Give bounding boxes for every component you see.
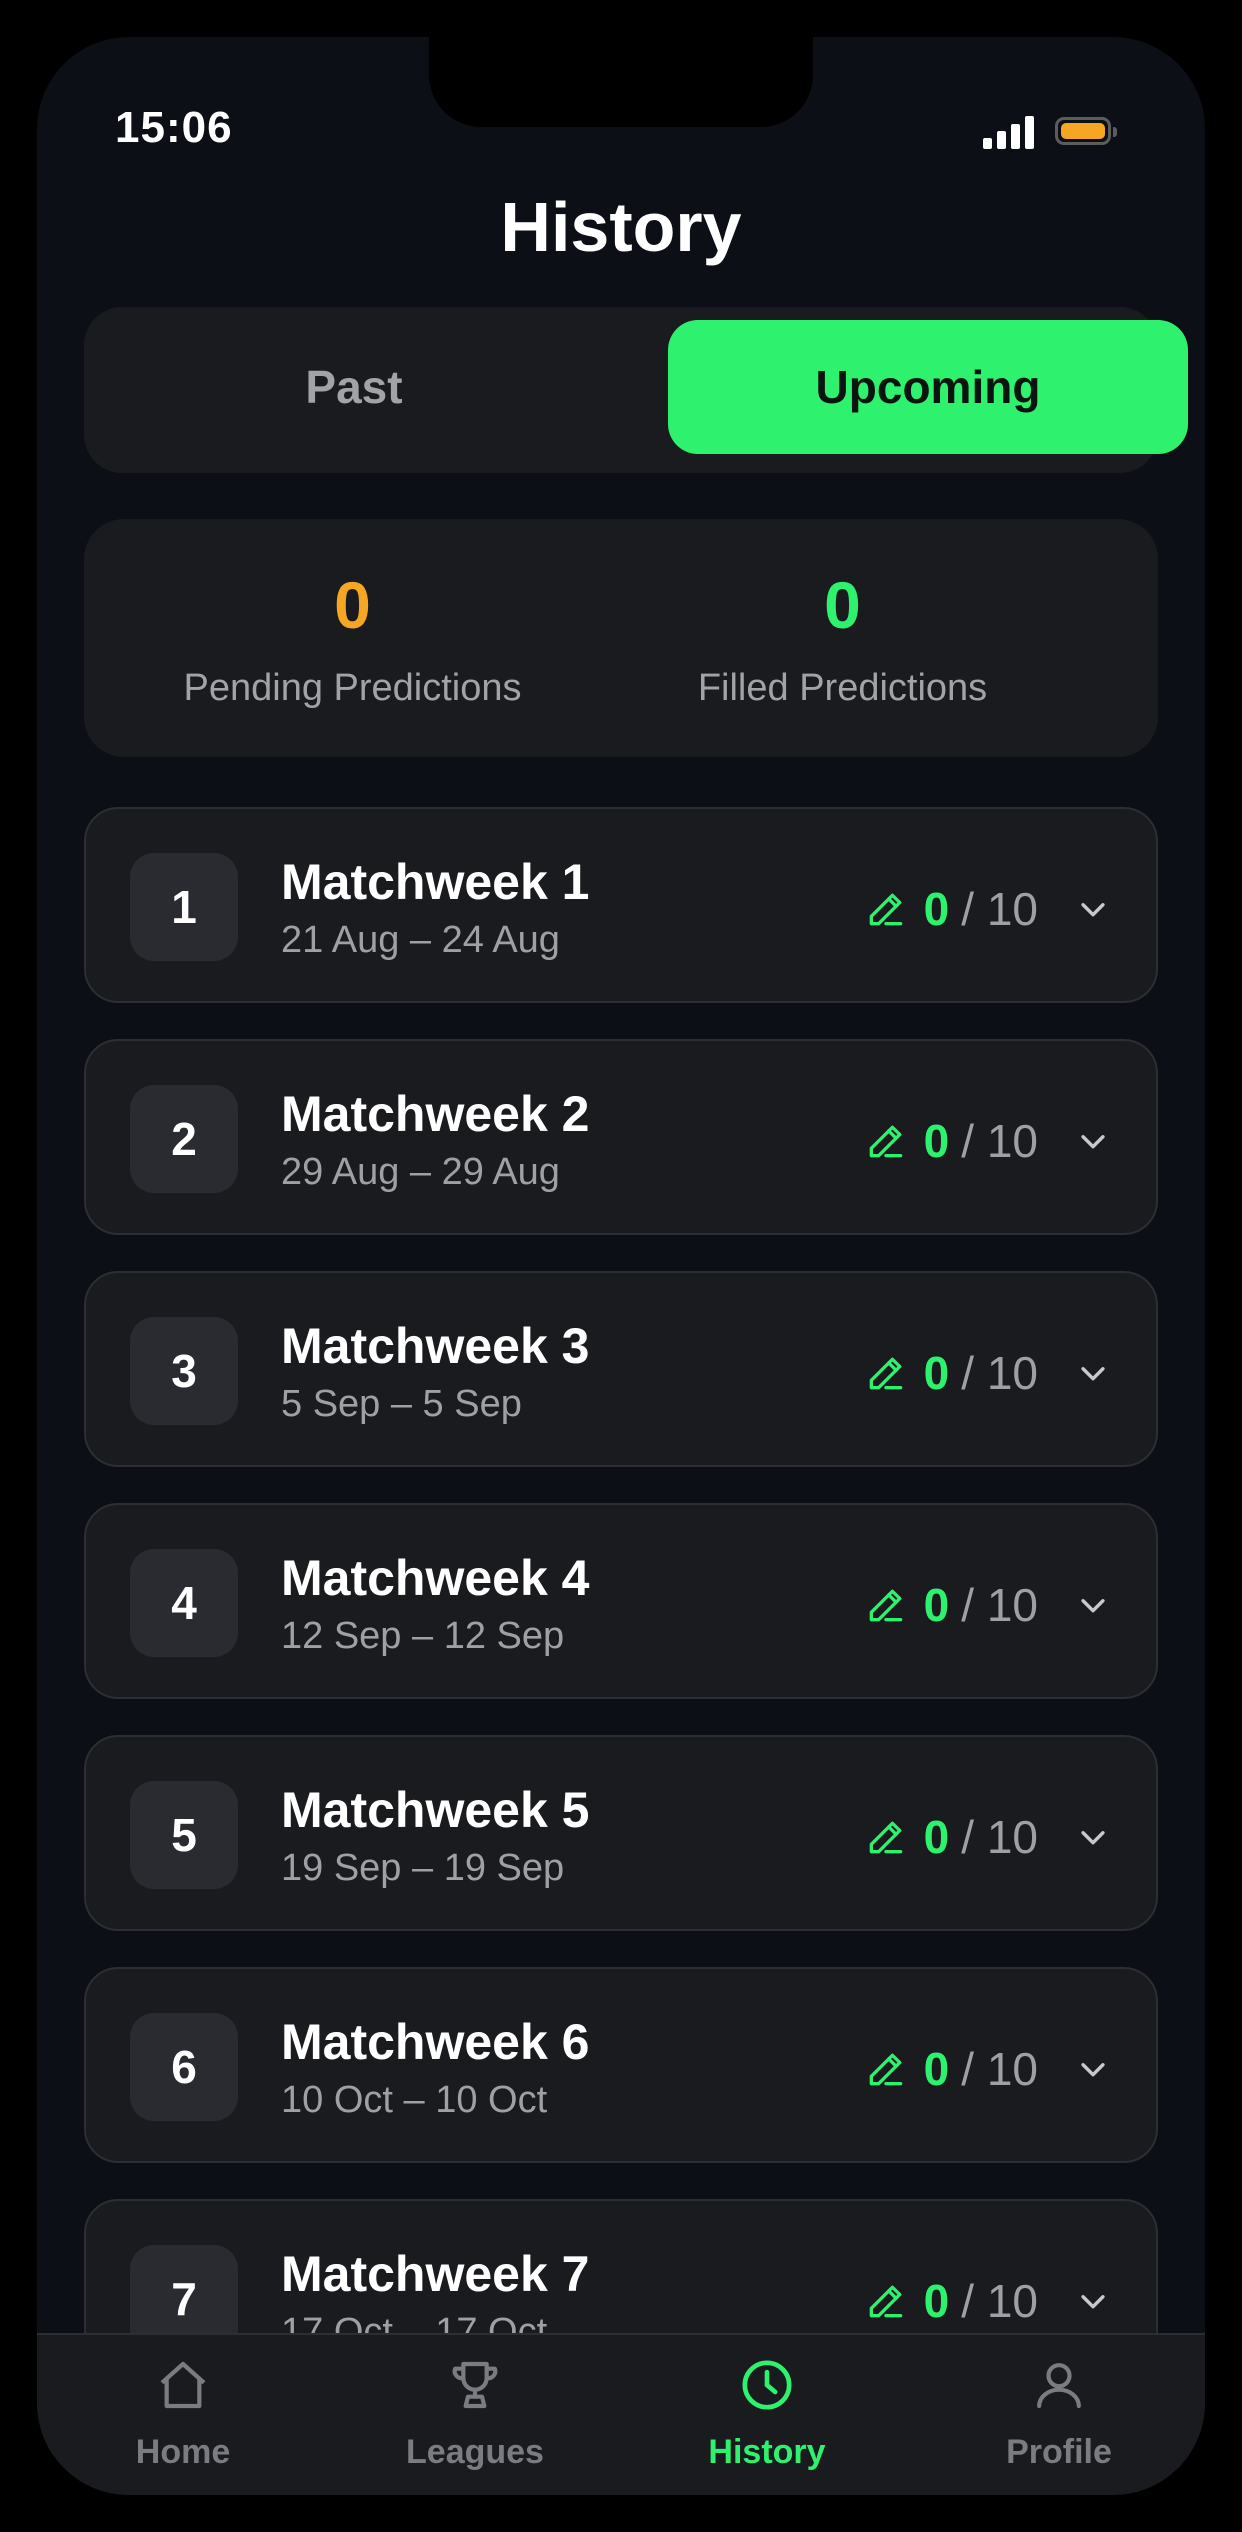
matchweek-title: Matchweek 2 <box>281 1086 590 1142</box>
matchweek-title: Matchweek 5 <box>281 1782 590 1838</box>
trophy-icon <box>452 2361 498 2409</box>
matchweek-title: Matchweek 7 <box>281 2246 590 2302</box>
tab-leagues[interactable]: Leagues <box>329 2335 621 2495</box>
predictions-summary: 0 Pending Predictions 0 Filled Predictio… <box>84 519 1158 757</box>
filled-count: 0 <box>923 883 950 935</box>
chevron-down-icon[interactable] <box>1076 892 1110 926</box>
device-notch <box>429 37 813 127</box>
tab-leagues-label: Leagues <box>406 2433 544 2471</box>
filled-count: 0 <box>923 1347 950 1399</box>
pencil-icon <box>869 1357 902 1390</box>
matchweek-number: 4 <box>130 1549 238 1657</box>
matchweek-number: 2 <box>130 1085 238 1193</box>
total-count: / 10 <box>961 1347 1038 1399</box>
filled-count: 0 <box>824 568 861 642</box>
upcoming-tab[interactable]: Upcoming <box>668 320 1188 454</box>
chevron-down-icon[interactable] <box>1076 2284 1110 2318</box>
tab-home-label: Home <box>135 2433 231 2471</box>
clock-icon <box>742 2360 792 2410</box>
matchweek-dates: 21 Aug – 24 Aug <box>281 919 560 961</box>
pencil-icon <box>869 2285 902 2318</box>
matchweek-title: Matchweek 6 <box>281 2014 590 2070</box>
pending-predictions-stat: 0 Pending Predictions <box>84 519 621 757</box>
home-icon <box>160 2361 206 2409</box>
tab-history-label: History <box>708 2433 826 2471</box>
pencil-icon <box>869 893 902 926</box>
chevron-down-icon[interactable] <box>1076 2052 1110 2086</box>
matchweek-title: Matchweek 4 <box>281 1550 590 1606</box>
page-title: History <box>500 188 742 266</box>
tab-history[interactable]: History <box>621 2335 913 2495</box>
matchweek-dates: 19 Sep – 19 Sep <box>281 1847 565 1889</box>
pencil-icon <box>869 2053 902 2086</box>
matchweek-number: 6 <box>130 2013 238 2121</box>
filled-count: 0 <box>923 1811 950 1863</box>
tab-profile-label: Profile <box>1006 2433 1112 2471</box>
matchweek-dates: 10 Oct – 10 Oct <box>281 2079 548 2121</box>
matchweek-number: 5 <box>130 1781 238 1889</box>
matchweek-progress: 0 / 10 <box>864 1109 1110 1173</box>
filled-label: Filled Predictions <box>697 667 988 709</box>
pending-count: 0 <box>334 568 371 642</box>
chevron-down-icon[interactable] <box>1076 1820 1110 1854</box>
total-count: / 10 <box>961 883 1038 935</box>
chevron-down-icon[interactable] <box>1076 1356 1110 1390</box>
matchweek-title: Matchweek 1 <box>281 854 590 910</box>
app-screen: 15:06 History Past Upcoming 0 Pending Pr… <box>37 37 1205 2495</box>
matchweek-progress: 0 / 10 <box>864 877 1110 941</box>
segmented-control: Past Upcoming <box>84 307 1188 473</box>
matchweek-title: Matchweek 3 <box>281 1318 590 1374</box>
matchweek-card[interactable]: 6 Matchweek 6 10 Oct – 10 Oct 0 / 10 <box>84 1967 1158 2163</box>
battery-icon <box>1055 117 1117 145</box>
matchweek-card[interactable]: 4 Matchweek 4 12 Sep – 12 Sep 0 / 10 <box>84 1503 1158 1699</box>
matchweek-card[interactable]: 5 Matchweek 5 19 Sep – 19 Sep 0 / 10 <box>84 1735 1158 1931</box>
filled-count: 0 <box>923 1579 950 1631</box>
matchweek-dates: 5 Sep – 5 Sep <box>281 1383 522 1425</box>
total-count: / 10 <box>961 1811 1038 1863</box>
matchweek-number: 1 <box>130 853 238 961</box>
matchweek-card[interactable]: 1 Matchweek 1 21 Aug – 24 Aug 0 / 10 <box>84 807 1158 1003</box>
signal-icon <box>983 115 1035 149</box>
device-frame: 15:06 History Past Upcoming 0 Pending Pr… <box>0 0 1242 2532</box>
total-count: / 10 <box>961 2275 1038 2327</box>
matchweek-number: 3 <box>130 1317 238 1425</box>
total-count: / 10 <box>961 2043 1038 2095</box>
matchweek-card[interactable]: 3 Matchweek 3 5 Sep – 5 Sep 0 / 10 <box>84 1271 1158 1467</box>
matchweek-progress: 0 / 10 <box>864 2037 1110 2101</box>
pencil-icon <box>869 1589 902 1622</box>
filled-predictions-stat: 0 Filled Predictions <box>574 519 1111 757</box>
filled-count: 0 <box>923 1115 950 1167</box>
matchweek-dates: 12 Sep – 12 Sep <box>281 1615 565 1657</box>
pencil-icon <box>869 1125 902 1158</box>
past-tab[interactable]: Past <box>94 320 614 454</box>
filled-count: 0 <box>923 2275 950 2327</box>
matchweek-progress: 0 / 10 <box>864 1573 1110 1637</box>
matchweek-progress: 0 / 10 <box>864 2269 1110 2333</box>
matchweek-list: 1 Matchweek 1 21 Aug – 24 Aug 0 / 10 2 M… <box>84 807 1158 2369</box>
chevron-down-icon[interactable] <box>1076 1124 1110 1158</box>
matchweek-card[interactable]: 2 Matchweek 2 29 Aug – 29 Aug 0 / 10 <box>84 1039 1158 1235</box>
status-time: 15:06 <box>115 103 233 152</box>
filled-count: 0 <box>923 2043 950 2095</box>
matchweek-progress: 0 / 10 <box>864 1341 1110 1405</box>
pencil-icon <box>869 1821 902 1854</box>
tab-profile[interactable]: Profile <box>913 2335 1205 2495</box>
bottom-tab-bar: Home Leagues History Profile <box>37 2333 1205 2495</box>
chevron-down-icon[interactable] <box>1076 1588 1110 1622</box>
person-icon <box>1037 2363 1081 2409</box>
matchweek-dates: 29 Aug – 29 Aug <box>281 1151 560 1193</box>
total-count: / 10 <box>961 1115 1038 1167</box>
matchweek-progress: 0 / 10 <box>864 1805 1110 1869</box>
pending-label: Pending Predictions <box>183 667 522 709</box>
tab-home[interactable]: Home <box>37 2335 329 2495</box>
total-count: / 10 <box>961 1579 1038 1631</box>
